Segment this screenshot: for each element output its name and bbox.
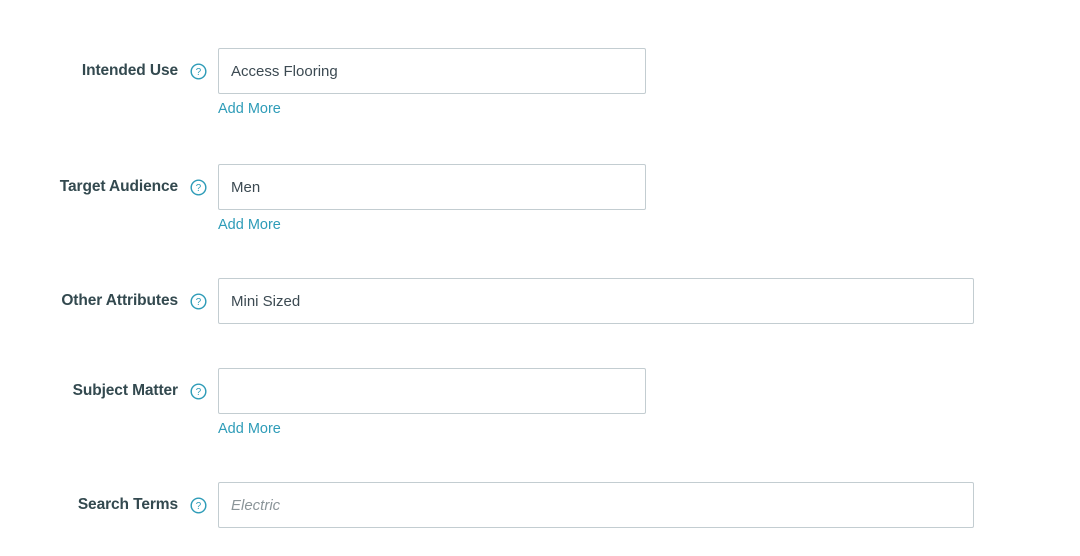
target-audience-input[interactable] [218,164,646,210]
label-cell-search-terms: Search Terms [0,482,178,528]
help-cell-search-terms[interactable]: ? [178,482,218,528]
label-cell-subject-matter: Subject Matter [0,368,179,414]
label-cell-target-audience: Target Audience [0,164,178,210]
field-label-target-audience: Target Audience [59,178,178,196]
field-label-subject-matter: Subject Matter [72,382,179,400]
intended-use-input[interactable] [218,48,646,94]
search-terms-input[interactable] [218,482,974,528]
help-circle-icon[interactable]: ? [189,496,207,514]
form-row-target-audience: Target Audience ? Add More [0,164,1080,234]
svg-text:?: ? [195,183,201,194]
help-cell-other-attributes[interactable]: ? [178,278,218,324]
svg-text:?: ? [195,297,201,308]
help-cell-target-audience[interactable]: ? [178,164,218,210]
add-more-link-intended-use[interactable]: Add More [218,101,281,118]
label-cell-intended-use: Intended Use [0,48,178,94]
field-label-search-terms: Search Terms [77,496,178,514]
field-cell-target-audience: Add More [218,164,1080,234]
product-attributes-form: Intended Use ? Add More Target Audience … [0,0,1080,556]
help-circle-icon[interactable]: ? [189,292,207,310]
svg-text:?: ? [195,501,201,512]
form-row-other-attributes: Other Attributes ? [0,278,1080,324]
form-row-search-terms: Search Terms ? [0,482,1080,528]
form-row-intended-use: Intended Use ? Add More [0,48,1080,118]
field-cell-subject-matter: Add More [218,368,1080,438]
svg-text:?: ? [195,67,201,78]
help-cell-subject-matter[interactable]: ? [178,368,218,414]
subject-matter-input[interactable] [218,368,646,414]
field-cell-other-attributes [218,278,1080,324]
help-circle-icon[interactable]: ? [189,178,207,196]
add-more-link-subject-matter[interactable]: Add More [218,421,281,438]
add-more-link-target-audience[interactable]: Add More [218,217,281,234]
label-cell-other-attributes: Other Attributes [0,278,178,324]
other-attributes-input[interactable] [218,278,974,324]
help-cell-intended-use[interactable]: ? [178,48,218,94]
svg-text:?: ? [195,387,201,398]
field-label-other-attributes: Other Attributes [61,292,178,310]
field-label-intended-use: Intended Use [81,62,178,80]
field-cell-intended-use: Add More [218,48,1080,118]
form-row-subject-matter: Subject Matter ? Add More [0,368,1080,438]
help-circle-icon[interactable]: ? [189,62,207,80]
field-cell-search-terms [218,482,1080,528]
help-circle-icon[interactable]: ? [189,382,207,400]
